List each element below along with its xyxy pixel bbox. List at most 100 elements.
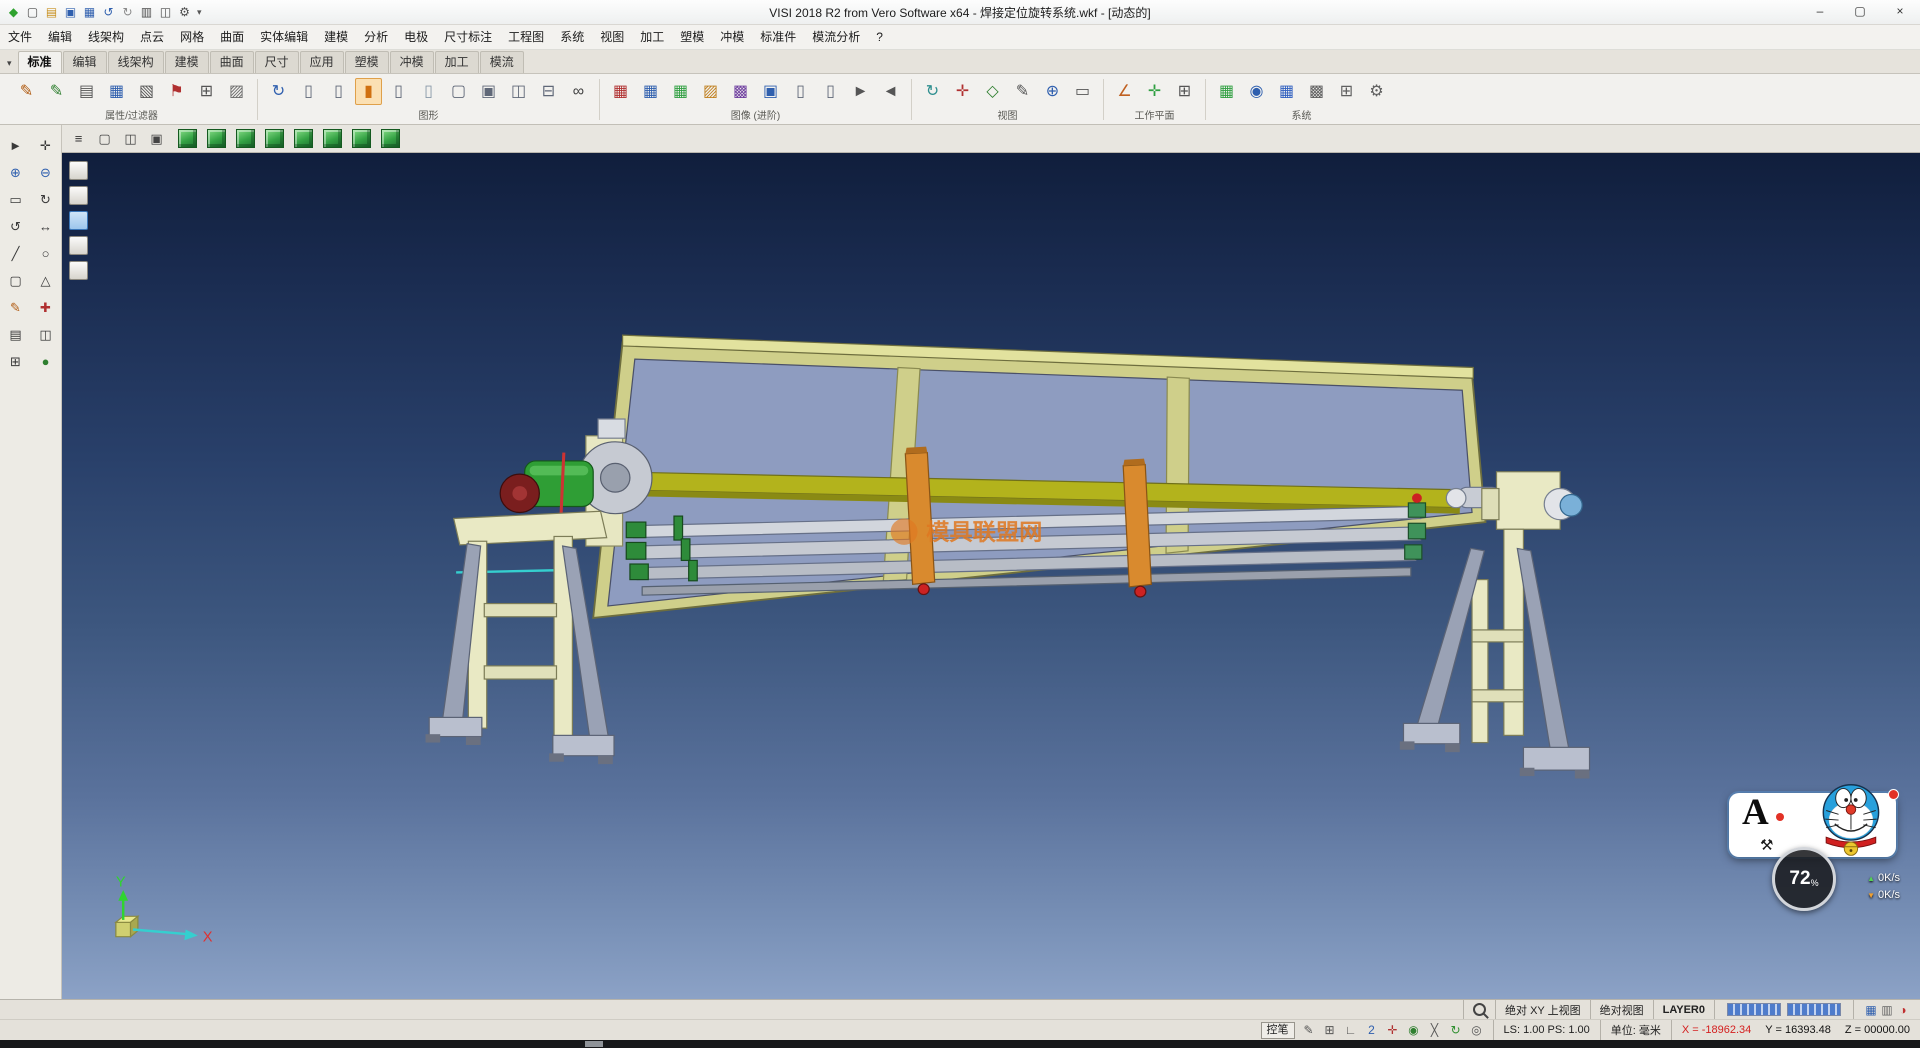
status-indicator-icon[interactable]: ◑ — [1895, 1003, 1911, 1017]
ribbon-tab[interactable]: 建模 — [165, 51, 209, 73]
shaded-view-icon[interactable]: ▮ — [355, 78, 382, 105]
ribbon-tab[interactable]: 编辑 — [63, 51, 107, 73]
center-snap-icon[interactable]: ◉ — [1406, 1023, 1422, 1037]
ribbon-tab[interactable]: 曲面 — [210, 51, 254, 73]
wireframe-toggle-button[interactable] — [69, 161, 88, 180]
triangle-icon[interactable]: △ — [34, 270, 58, 291]
percent-overlay-badge[interactable]: 72% — [1772, 847, 1836, 911]
refresh-icon[interactable]: ↻ — [265, 78, 292, 105]
redo-icon[interactable]: ↻ — [119, 4, 136, 21]
layer-2-icon[interactable]: 2 — [1364, 1023, 1380, 1037]
quick-access-overflow-caret[interactable]: ▾ — [193, 7, 206, 18]
menu-item[interactable]: 塑模 — [672, 25, 712, 49]
snap-toggle-icon[interactable]: ▥ — [1879, 1003, 1895, 1017]
annotate-view-icon[interactable]: ✎ — [1009, 78, 1036, 105]
shaded-toggle-button[interactable] — [69, 211, 88, 230]
cad-model-welding-positioner[interactable]: 模具联盟网 Y X — [62, 153, 1920, 999]
render-materials-icon[interactable]: ▦ — [637, 78, 664, 105]
dynamic-section-icon[interactable]: ⊟ — [535, 78, 562, 105]
maximize-button[interactable]: ▢ — [1840, 0, 1880, 24]
ribbon-tab[interactable]: 模流 — [480, 51, 524, 73]
copy-attributes-icon[interactable]: ✎ — [43, 78, 70, 105]
single-window-icon[interactable]: ▢ — [95, 129, 114, 148]
render-lights-icon[interactable]: ▦ — [667, 78, 694, 105]
top-view-cube[interactable] — [323, 129, 342, 148]
menu-item[interactable]: 分析 — [356, 25, 396, 49]
minimize-button[interactable]: – — [1800, 0, 1840, 24]
menu-item[interactable]: ? — [868, 25, 891, 49]
open-file-icon[interactable]: ▤ — [43, 4, 60, 21]
menu-item[interactable]: 加工 — [632, 25, 672, 49]
tab-overflow-caret[interactable]: ▾ — [3, 58, 18, 73]
tracking-icon[interactable]: ◎ — [1469, 1023, 1485, 1037]
workplane-grid-icon[interactable]: ⊞ — [1171, 78, 1198, 105]
intersection-snap-icon[interactable]: ╳ — [1427, 1023, 1443, 1037]
ortho-icon[interactable]: ∟ — [1343, 1023, 1359, 1037]
settings-icon[interactable]: ⚙ — [176, 4, 193, 21]
section-view-icon[interactable]: ◫ — [505, 78, 532, 105]
attribute-table-icon[interactable]: ⊞ — [193, 78, 220, 105]
menu-item[interactable]: 工程图 — [500, 25, 552, 49]
snap-icon[interactable]: ● — [34, 351, 58, 372]
zoom-search-icon[interactable] — [1473, 1003, 1486, 1016]
axonometric-view-cube[interactable] — [381, 129, 400, 148]
rectangle-icon[interactable]: ▢ — [4, 270, 28, 291]
ribbon-tab[interactable]: 线架构 — [108, 51, 164, 73]
menu-item[interactable]: 文件 — [0, 25, 40, 49]
view-manager-icon[interactable]: ⊕ — [1039, 78, 1066, 105]
grid-snap-icon[interactable]: ⊞ — [1322, 1023, 1338, 1037]
front-view-cube[interactable] — [207, 129, 226, 148]
menu-item[interactable]: 建模 — [316, 25, 356, 49]
menu-item[interactable]: 线架构 — [80, 25, 132, 49]
new-file-icon[interactable]: ▢ — [24, 4, 41, 21]
transparent-view-icon[interactable]: ▯ — [415, 78, 442, 105]
mask-filter-icon[interactable]: ▨ — [223, 78, 250, 105]
close-button[interactable]: × — [1880, 0, 1920, 24]
ime-mode-letter[interactable]: A — [1742, 791, 1769, 835]
print-icon[interactable]: ▥ — [138, 4, 155, 21]
back-view-cube[interactable] — [236, 129, 255, 148]
menu-item[interactable]: 标准件 — [752, 25, 804, 49]
split-view-icon[interactable]: ◫ — [34, 324, 58, 345]
apply-material-icon[interactable]: ► — [847, 78, 874, 105]
iso-view-cube[interactable] — [178, 129, 197, 148]
wireframe-view-icon[interactable]: ▯ — [295, 78, 322, 105]
layer-filter-icon[interactable]: ▤ — [73, 78, 100, 105]
visi-logo-icon[interactable]: ◆ — [5, 4, 22, 21]
grid-toggle-button[interactable] — [69, 261, 88, 280]
active-layer-label[interactable]: LAYER0 — [1663, 1004, 1705, 1016]
selection-filter-icon[interactable]: ⚑ — [163, 78, 190, 105]
menu-item[interactable]: 实体编辑 — [252, 25, 316, 49]
workplane-axis-icon[interactable]: ✛ — [1141, 78, 1168, 105]
midpoint-snap-icon[interactable]: ✛ — [1385, 1023, 1401, 1037]
right-view-cube[interactable] — [294, 129, 313, 148]
3d-viewport[interactable]: 模具联盟网 Y X — [62, 153, 1920, 999]
zoom-in-icon[interactable]: ⊕ — [4, 162, 28, 183]
rotate-icon[interactable]: ↻ — [34, 189, 58, 210]
ribbon-tab[interactable]: 标准 — [18, 51, 62, 73]
menu-item[interactable]: 尺寸标注 — [436, 25, 500, 49]
copy-view-icon[interactable]: ◫ — [157, 4, 174, 21]
menu-item[interactable]: 冲模 — [712, 25, 752, 49]
color-filter-icon[interactable]: ▦ — [103, 78, 130, 105]
left-view-cube[interactable] — [265, 129, 284, 148]
view-menu-icon[interactable]: ≡ — [69, 129, 88, 148]
save-icon[interactable]: ▣ — [62, 4, 79, 21]
ime-tools-icon[interactable]: ⚒ — [1760, 836, 1773, 854]
ribbon-tab[interactable]: 应用 — [300, 51, 344, 73]
menu-item[interactable]: 点云 — [132, 25, 172, 49]
save-all-icon[interactable]: ▦ — [81, 4, 98, 21]
zoom-out-icon[interactable]: ⊖ — [34, 162, 58, 183]
render-background-icon[interactable]: ▩ — [727, 78, 754, 105]
menu-item[interactable]: 视图 — [592, 25, 632, 49]
tile-windows-icon[interactable]: ◫ — [121, 129, 140, 148]
absolute-view-label[interactable]: 绝对视图 — [1590, 1000, 1653, 1019]
menu-item[interactable]: 电极 — [396, 25, 436, 49]
add-element-icon[interactable]: ✚ — [34, 297, 58, 318]
zoom-window-icon[interactable]: ▭ — [4, 189, 28, 210]
render-scene-icon[interactable]: ▦ — [607, 78, 634, 105]
ribbon-tab[interactable]: 加工 — [435, 51, 479, 73]
section-toggle-button[interactable] — [69, 236, 88, 255]
hidden-line-view-icon[interactable]: ▯ — [325, 78, 352, 105]
menu-item[interactable]: 编辑 — [40, 25, 80, 49]
